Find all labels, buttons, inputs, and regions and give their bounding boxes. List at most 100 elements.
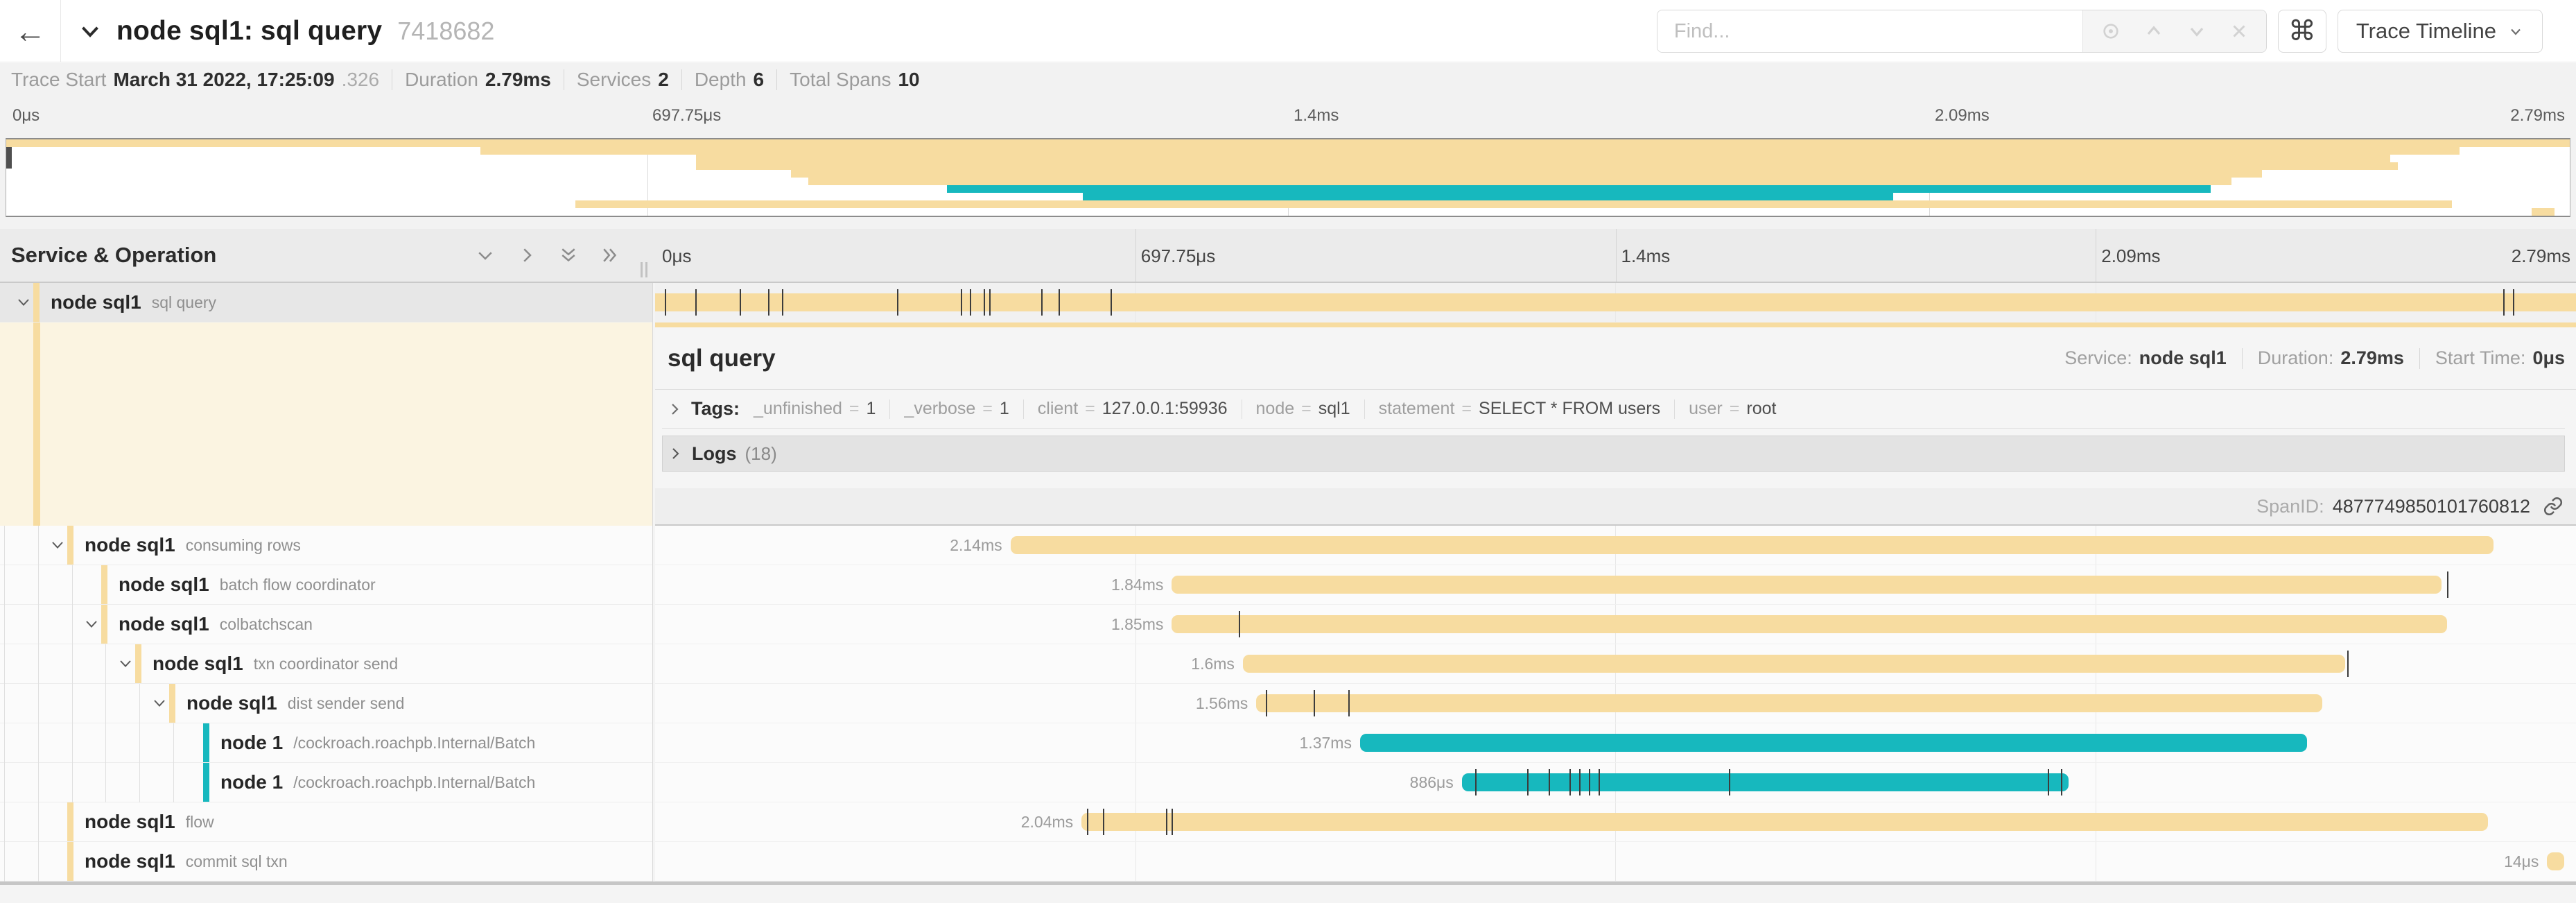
log-marker[interactable] (2503, 289, 2505, 316)
span-tree-row[interactable]: node sql1colbatchscan (0, 605, 652, 644)
log-marker[interactable] (984, 289, 985, 316)
log-marker[interactable] (1266, 690, 1267, 716)
clear-find-icon[interactable] (2229, 21, 2249, 42)
timeline-tick-label: 0μs (662, 246, 691, 267)
log-marker[interactable] (961, 289, 962, 316)
metric-label: Total Spans (790, 69, 891, 91)
log-marker[interactable] (970, 289, 971, 316)
keyboard-shortcuts-button[interactable]: ⌘ (2278, 10, 2326, 53)
focus-match-icon[interactable] (2100, 20, 2122, 42)
span-bar[interactable] (1172, 576, 2442, 594)
span-bar[interactable] (1243, 655, 2346, 673)
span-tree-row[interactable]: node sql1txn coordinator send (0, 644, 652, 684)
log-marker[interactable] (1111, 289, 1112, 316)
log-marker[interactable] (1166, 809, 1167, 835)
log-marker[interactable] (1314, 690, 1315, 716)
log-marker[interactable] (1103, 809, 1104, 835)
span-tree-row[interactable]: node sql1dist sender send (0, 684, 652, 723)
span-tree-labels: node sql1batch flow coordinator (119, 565, 376, 604)
collapse-one-icon[interactable] (475, 245, 496, 266)
chevron-down-icon[interactable] (49, 537, 66, 557)
log-marker[interactable] (782, 289, 783, 316)
chevron-down-icon[interactable] (15, 294, 32, 314)
log-marker[interactable] (695, 289, 697, 316)
span-bar[interactable] (1011, 536, 2494, 554)
log-marker[interactable] (768, 289, 769, 316)
tags-accordion[interactable]: Tags: _unfinished=1_verbose=1client=127.… (662, 390, 2565, 429)
log-marker[interactable] (1527, 769, 1529, 796)
logs-accordion[interactable]: Logs (18) (662, 436, 2565, 472)
span-bar[interactable] (1081, 813, 2487, 831)
collapse-all-icon[interactable] (558, 245, 579, 266)
log-marker[interactable] (665, 289, 666, 316)
title-chevron-down-icon[interactable] (78, 19, 103, 44)
log-marker[interactable] (897, 289, 898, 316)
chevron-down-icon[interactable] (117, 655, 134, 676)
span-duration-label: 1.84ms (1111, 576, 1163, 594)
bottom-scroll-divider[interactable] (0, 882, 2576, 885)
log-marker[interactable] (2347, 651, 2349, 677)
next-match-icon[interactable] (2186, 20, 2208, 42)
tag-item: statement=SELECT * FROM users (1379, 399, 1661, 419)
span-operation-name: txn coordinator send (254, 655, 398, 673)
span-tree-row[interactable]: node 1/cockroach.roachpb.Internal/Batch (0, 763, 652, 802)
span-bar[interactable] (1172, 615, 2447, 633)
minimap-span-bar (2532, 208, 2555, 216)
span-operation-name: /cockroach.roachpb.Internal/Batch (293, 734, 535, 752)
span-tree-row[interactable]: node sql1flow (0, 802, 652, 842)
log-marker[interactable] (2513, 289, 2514, 316)
span-tree-row[interactable]: node sql1commit sql txn (0, 842, 652, 882)
metric-value: 2.79ms (485, 69, 551, 91)
tree-guide-line (105, 644, 106, 802)
log-marker[interactable] (2048, 769, 2049, 796)
span-tree-row[interactable]: node sql1consuming rows (0, 526, 652, 565)
tree-guide-line (38, 526, 39, 882)
log-marker[interactable] (1475, 769, 1477, 796)
panel-divider[interactable] (652, 283, 653, 882)
log-marker[interactable] (1599, 769, 1600, 796)
log-marker[interactable] (1172, 809, 1173, 835)
span-tree-row[interactable]: node sql1sql query (0, 283, 652, 322)
find-input[interactable] (1657, 10, 2082, 52)
chevron-down-icon[interactable] (151, 695, 168, 715)
span-tree-labels: node sql1sql query (51, 283, 216, 322)
expand-one-icon[interactable] (516, 245, 537, 266)
log-marker[interactable] (1569, 769, 1571, 796)
expand-all-icon[interactable] (600, 245, 620, 266)
log-marker[interactable] (1348, 690, 1350, 716)
span-bar-row: 1.56ms (655, 684, 2576, 723)
view-selector-button[interactable]: Trace Timeline (2338, 10, 2543, 53)
chevron-down-icon[interactable] (83, 616, 100, 636)
span-tree-row[interactable]: node 1/cockroach.roachpb.Internal/Batch (0, 723, 652, 763)
log-marker[interactable] (1579, 769, 1581, 796)
minimap-canvas[interactable] (6, 138, 2570, 217)
copy-link-icon[interactable] (2543, 496, 2564, 517)
panel-resize-grip[interactable] (641, 262, 647, 277)
tree-header-title: Service & Operation (11, 243, 216, 268)
span-bar[interactable] (655, 293, 2576, 311)
span-tree-row[interactable]: node sql1batch flow coordinator (0, 565, 652, 605)
log-marker[interactable] (1041, 289, 1043, 316)
span-duration-label: 2.14ms (950, 536, 1002, 554)
span-bar[interactable] (1462, 773, 2069, 791)
log-marker[interactable] (1087, 809, 1088, 835)
tag-item: user=root (1689, 399, 1776, 419)
span-bar-row: 14μs (655, 842, 2576, 882)
minimap-span-bar (791, 170, 2263, 178)
log-marker[interactable] (2447, 571, 2448, 598)
log-marker[interactable] (989, 289, 991, 316)
span-bar[interactable] (2547, 852, 2564, 870)
log-marker[interactable] (1239, 611, 1240, 637)
summary-metric: Trace StartMarch 31 2022, 17:25:09.326 (11, 69, 379, 91)
back-button[interactable]: ← (0, 0, 61, 62)
log-marker[interactable] (740, 289, 741, 316)
span-bar[interactable] (1360, 734, 2307, 752)
log-marker[interactable] (1589, 769, 1590, 796)
prev-match-icon[interactable] (2143, 20, 2165, 42)
tag-item: _unfinished=1 (754, 399, 876, 419)
log-marker[interactable] (1549, 769, 1550, 796)
log-marker[interactable] (1729, 769, 1730, 796)
log-marker[interactable] (2061, 769, 2062, 796)
log-marker[interactable] (1059, 289, 1060, 316)
span-bar[interactable] (1256, 694, 2322, 712)
